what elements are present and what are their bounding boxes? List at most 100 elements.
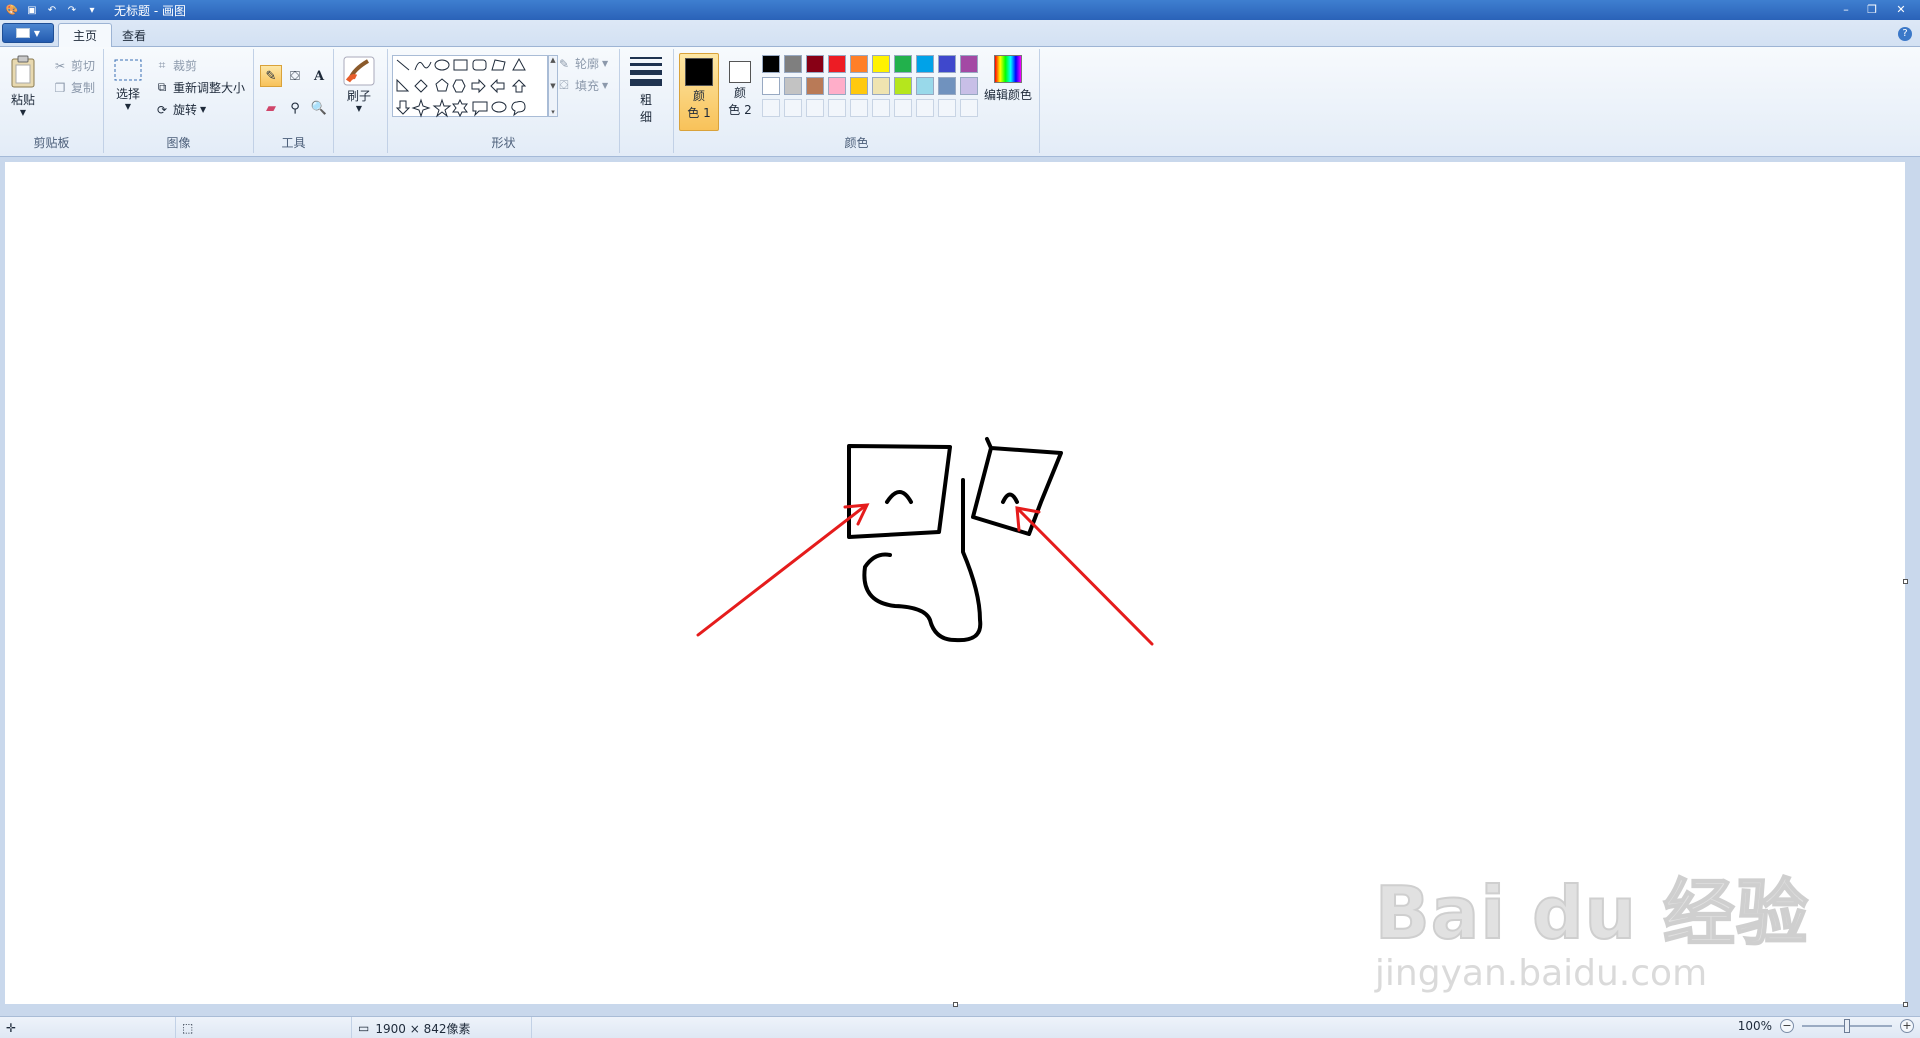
palette-swatch[interactable] bbox=[872, 77, 890, 95]
resize-handle-corner[interactable] bbox=[1903, 1002, 1908, 1007]
scroll-down-icon[interactable]: ▼ bbox=[550, 82, 555, 90]
resize-label: 重新调整大小 bbox=[173, 81, 246, 95]
size-label-line2: 细 bbox=[639, 110, 652, 124]
pencil-icon[interactable]: ✎ bbox=[260, 65, 282, 87]
select-label: 选择 bbox=[115, 87, 140, 101]
paint-app-icon[interactable]: 🎨 bbox=[4, 3, 20, 17]
paste-button[interactable]: 粘贴 ▼ bbox=[8, 55, 38, 117]
color-picker-icon[interactable]: ⚲ bbox=[284, 97, 306, 119]
pentagon-shape-icon bbox=[435, 78, 449, 92]
custom-color-slot[interactable] bbox=[850, 99, 868, 117]
help-icon[interactable]: ? bbox=[1898, 27, 1912, 41]
drawing-canvas[interactable]: Bai du 经验 jingyan.baidu.com bbox=[5, 162, 1905, 1004]
scroll-up-icon[interactable]: ▲ bbox=[550, 56, 555, 64]
save-icon[interactable]: ▣ bbox=[24, 3, 40, 17]
magnifier-icon[interactable]: 🔍 bbox=[308, 97, 330, 119]
rotate-button[interactable]: ⟳ 旋转 ▼ bbox=[154, 101, 206, 118]
clipboard-icon bbox=[11, 55, 35, 88]
paint-menu-button[interactable]: ▼ bbox=[2, 23, 54, 43]
expand-gallery-icon[interactable]: ▾ bbox=[551, 108, 555, 116]
palette-swatch[interactable] bbox=[960, 55, 978, 73]
resize-button[interactable]: ⧉ 重新调整大小 bbox=[154, 79, 245, 96]
palette-swatch[interactable] bbox=[850, 77, 868, 95]
palette-swatch[interactable] bbox=[872, 55, 890, 73]
rectangle-shape-icon bbox=[453, 59, 468, 71]
color1-button[interactable]: 颜 色 1 bbox=[679, 53, 719, 131]
palette-swatch[interactable] bbox=[894, 55, 912, 73]
redo-icon[interactable]: ↷ bbox=[64, 3, 80, 17]
palette-swatch[interactable] bbox=[828, 77, 846, 95]
menu-icon bbox=[15, 28, 30, 38]
palette-swatch[interactable] bbox=[828, 55, 846, 73]
fill-button[interactable]: ⛋ 填充 ▼ bbox=[556, 77, 608, 94]
custom-color-slot[interactable] bbox=[894, 99, 912, 117]
size-button[interactable]: 粗 细 bbox=[630, 57, 662, 125]
hexagon-shape-icon bbox=[452, 79, 466, 93]
palette-swatch[interactable] bbox=[762, 77, 780, 95]
custom-color-slot[interactable] bbox=[916, 99, 934, 117]
zoom-control: 100% − + bbox=[1738, 1019, 1914, 1033]
palette-swatch[interactable] bbox=[762, 55, 780, 73]
status-bar: ✛ ⬚ ▭ 1900 × 842像素 100% − + bbox=[0, 1016, 1920, 1038]
close-button[interactable]: ✕ bbox=[1886, 1, 1916, 17]
resize-handle-right[interactable] bbox=[1903, 579, 1908, 584]
copy-button[interactable]: ❐ 复制 bbox=[52, 79, 95, 96]
edit-colors-button[interactable]: 编辑颜色 bbox=[984, 55, 1032, 103]
nose-stroke bbox=[862, 478, 983, 643]
up-arrow-shape-icon bbox=[511, 79, 527, 93]
restore-button[interactable]: ❐ bbox=[1860, 1, 1884, 17]
right-arrow-line bbox=[1016, 507, 1154, 646]
zoom-out-icon[interactable]: − bbox=[1780, 1019, 1794, 1033]
palette-swatch[interactable] bbox=[938, 55, 956, 73]
copy-icon: ❐ bbox=[54, 80, 66, 95]
color2-button[interactable]: 颜 色 2 bbox=[722, 53, 758, 131]
color2-label-line1: 颜 bbox=[733, 86, 746, 100]
cut-button[interactable]: ✂ 剪切 bbox=[52, 57, 95, 74]
custom-color-slot[interactable] bbox=[938, 99, 956, 117]
custom-color-slot[interactable] bbox=[806, 99, 824, 117]
palette-swatch[interactable] bbox=[938, 77, 956, 95]
size-label-line1: 粗 bbox=[639, 93, 652, 107]
tab-view[interactable]: 查看 bbox=[108, 23, 160, 47]
undo-icon[interactable]: ↶ bbox=[44, 3, 60, 17]
scissors-icon: ✂ bbox=[54, 58, 66, 73]
custom-color-slot[interactable] bbox=[828, 99, 846, 117]
palette-swatch[interactable] bbox=[960, 77, 978, 95]
color2-label-line2: 色 2 bbox=[728, 103, 752, 117]
tab-home[interactable]: 主页 bbox=[58, 23, 113, 47]
custom-color-slot[interactable] bbox=[784, 99, 802, 117]
palette-swatch[interactable] bbox=[894, 77, 912, 95]
crop-button[interactable]: ⌗ 裁剪 bbox=[154, 57, 197, 74]
custom-color-slot[interactable] bbox=[960, 99, 978, 117]
minimize-button[interactable]: – bbox=[1834, 1, 1858, 17]
cloud-callout-shape-icon bbox=[511, 101, 526, 117]
custom-color-slot[interactable] bbox=[762, 99, 780, 117]
palette-swatch[interactable] bbox=[916, 77, 934, 95]
eraser-icon[interactable]: ▰ bbox=[260, 97, 282, 119]
zoom-level: 100% bbox=[1737, 1019, 1772, 1033]
size-group: 粗 细 bbox=[620, 49, 674, 153]
palette-swatch[interactable] bbox=[784, 55, 802, 73]
customize-qat-chevron-icon[interactable]: ▾ bbox=[84, 3, 100, 17]
palette-swatch[interactable] bbox=[806, 77, 824, 95]
text-tool-icon[interactable]: A bbox=[308, 65, 330, 87]
tools-group: ✎ ⛋ A ▰ ⚲ 🔍 工具 bbox=[254, 49, 334, 153]
fill-bucket-icon[interactable]: ⛋ bbox=[284, 65, 306, 87]
resize-icon: ⧉ bbox=[157, 80, 167, 94]
outline-brush-icon: ✎ bbox=[558, 56, 570, 71]
resize-handle-bottom[interactable] bbox=[953, 1002, 958, 1007]
select-button[interactable]: 选择 ▼ bbox=[112, 55, 144, 111]
palette-swatch[interactable] bbox=[850, 55, 868, 73]
brushes-label: 刷子 bbox=[346, 89, 371, 103]
zoom-slider[interactable] bbox=[1802, 1019, 1892, 1033]
custom-color-slot[interactable] bbox=[872, 99, 890, 117]
outline-button[interactable]: ✎ 轮廓 ▼ bbox=[556, 55, 608, 72]
shapes-gallery-icons[interactable] bbox=[393, 56, 549, 118]
palette-swatch[interactable] bbox=[784, 77, 802, 95]
zoom-in-icon[interactable]: + bbox=[1900, 1019, 1914, 1033]
image-group: 选择 ▼ ⌗ 裁剪 ⧉ 重新调整大小 ⟳ 旋转 ▼ 图像 bbox=[104, 49, 254, 153]
palette-swatch[interactable] bbox=[806, 55, 824, 73]
brushes-button[interactable]: 刷子 ▼ bbox=[342, 55, 376, 113]
palette-swatch[interactable] bbox=[916, 55, 934, 73]
zoom-slider-thumb[interactable] bbox=[1844, 1019, 1850, 1033]
